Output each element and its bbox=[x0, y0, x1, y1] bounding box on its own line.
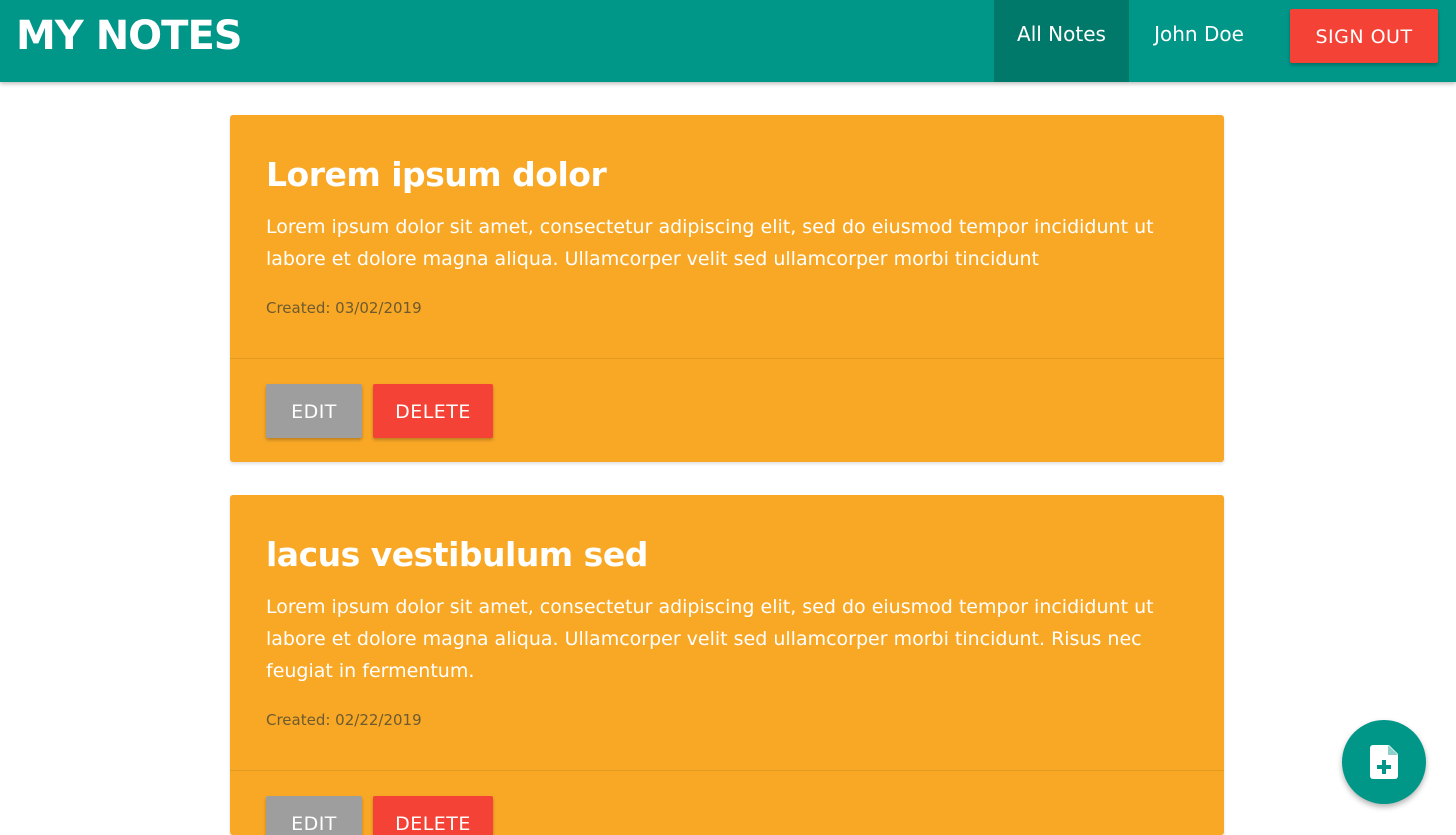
note-title: Lorem ipsum dolor bbox=[266, 155, 607, 194]
note-created-date: Created: 02/22/2019 bbox=[266, 711, 422, 729]
app-title[interactable]: MY NOTES bbox=[16, 8, 243, 64]
note-title: lacus vestibulum sed bbox=[266, 535, 648, 574]
note-card: lacus vestibulum sed Lorem ipsum dolor s… bbox=[230, 495, 1224, 835]
edit-button[interactable]: EDIT bbox=[266, 796, 362, 835]
card-divider bbox=[230, 358, 1224, 359]
sign-out-button[interactable]: SIGN OUT bbox=[1290, 9, 1438, 63]
note-card: Lorem ipsum dolor Lorem ipsum dolor sit … bbox=[230, 115, 1224, 462]
add-note-button[interactable] bbox=[1342, 720, 1426, 804]
add-note-icon bbox=[1370, 745, 1398, 779]
note-body: Lorem ipsum dolor sit amet, consectetur … bbox=[266, 596, 1154, 682]
top-navbar: MY NOTES All Notes John Doe SIGN OUT bbox=[0, 0, 1456, 82]
delete-button[interactable]: DELETE bbox=[373, 384, 493, 438]
note-created-date: Created: 03/02/2019 bbox=[266, 299, 422, 317]
edit-button[interactable]: EDIT bbox=[266, 384, 362, 438]
note-body: Lorem ipsum dolor sit amet, consectetur … bbox=[266, 216, 1154, 270]
nav-user-name[interactable]: John Doe bbox=[1129, 0, 1269, 82]
card-divider bbox=[230, 770, 1224, 771]
delete-button[interactable]: DELETE bbox=[373, 796, 493, 835]
nav-all-notes[interactable]: All Notes bbox=[994, 0, 1129, 82]
